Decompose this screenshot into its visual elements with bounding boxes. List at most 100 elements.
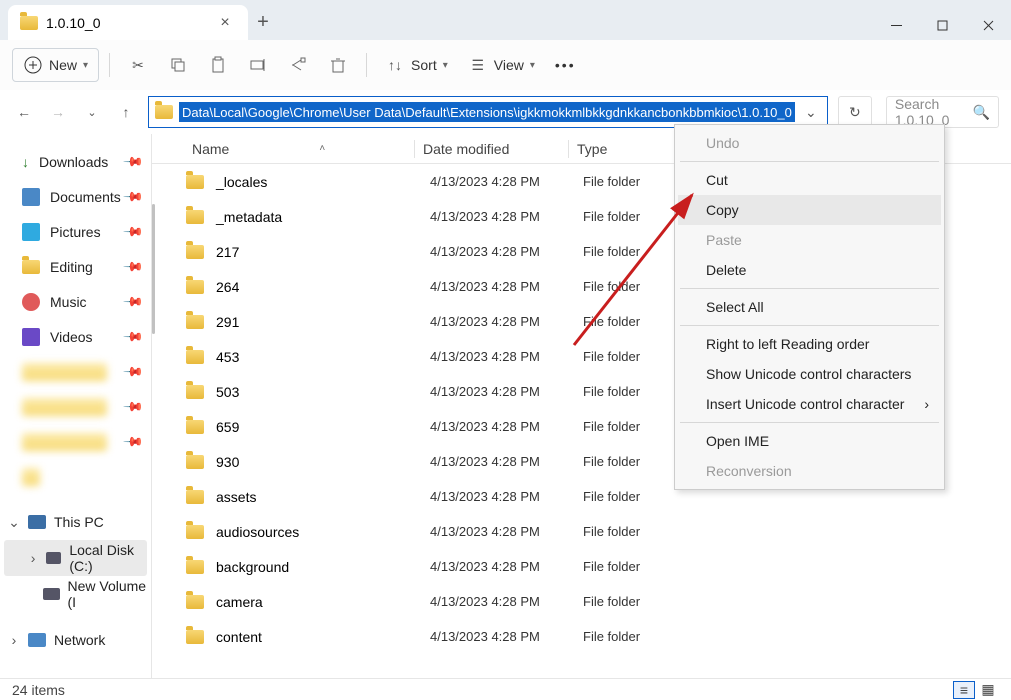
details-view-toggle[interactable]: ≡	[953, 681, 975, 699]
paste-button[interactable]	[200, 48, 236, 82]
sidebar-drive-i[interactable]: New Volume (I	[0, 576, 151, 612]
context-open-ime[interactable]: Open IME	[678, 426, 941, 456]
sidebar-item-blurred[interactable]: 📌	[0, 424, 151, 459]
picture-icon	[22, 223, 40, 241]
delete-button[interactable]	[320, 48, 356, 82]
sort-button[interactable]: ↑↓ Sort ▾	[377, 48, 456, 82]
file-type: File folder	[575, 524, 705, 539]
context-menu: UndoCutCopyPasteDeleteSelect AllRight to…	[674, 124, 945, 490]
pin-icon: 📌	[122, 220, 145, 243]
chevron-down-icon[interactable]: ⌄	[801, 104, 821, 121]
file-row[interactable]: audiosources4/13/2023 4:28 PMFile folder	[160, 514, 1011, 549]
thumbnails-view-toggle[interactable]: ▦	[977, 681, 999, 699]
cut-icon: ✂	[128, 55, 148, 75]
folder-icon	[186, 350, 204, 364]
file-row[interactable]: content 4/13/2023 4:28 PMFile folder	[160, 619, 1011, 654]
sidebar-this-pc[interactable]: ⌄This PC	[0, 504, 151, 540]
file-date: 4/13/2023 4:28 PM	[422, 314, 575, 329]
new-button[interactable]: New ▾	[12, 48, 99, 82]
disk-icon	[43, 588, 60, 600]
folder-icon	[186, 175, 204, 189]
sidebar-item-music[interactable]: Music📌	[0, 284, 151, 319]
menu-separator	[680, 422, 939, 423]
file-name: 291	[216, 314, 239, 330]
context-show-unicode-control-characters[interactable]: Show Unicode control characters	[678, 359, 941, 389]
view-icon: ☰	[468, 55, 488, 75]
folder-icon	[186, 525, 204, 539]
folder-icon	[186, 385, 204, 399]
navigation-pane: ↓Downloads📌Documents📌Pictures📌Editing📌Mu…	[0, 134, 152, 678]
scrollbar-thumb[interactable]	[152, 204, 155, 334]
file-name: camera	[216, 594, 263, 610]
folder-icon	[22, 260, 40, 274]
file-type: File folder	[575, 629, 705, 644]
file-type: File folder	[575, 594, 705, 609]
column-date[interactable]: Date modified	[415, 141, 568, 157]
share-button[interactable]	[280, 48, 316, 82]
file-date: 4/13/2023 4:28 PM	[422, 629, 575, 644]
file-date: 4/13/2023 4:28 PM	[422, 244, 575, 259]
ellipsis-icon: •••	[555, 57, 576, 73]
close-tab-button[interactable]: ×	[214, 12, 236, 34]
share-icon	[288, 55, 308, 75]
toolbar: New ▾ ✂ ↑↓ Sort ▾ ☰ View ▾ •••	[0, 40, 1011, 90]
file-row[interactable]: camera4/13/2023 4:28 PMFile folder	[160, 584, 1011, 619]
file-name: 659	[216, 419, 239, 435]
pin-icon: 📌	[122, 430, 145, 453]
sidebar-network[interactable]: ›Network	[0, 622, 151, 658]
file-name: audiosources	[216, 524, 299, 540]
file-name: content	[216, 629, 262, 645]
maximize-button[interactable]	[919, 10, 965, 40]
video-icon	[22, 328, 40, 346]
sidebar-item-editing[interactable]: Editing📌	[0, 249, 151, 284]
minimize-button[interactable]	[873, 10, 919, 40]
cut-button[interactable]: ✂	[120, 48, 156, 82]
file-name: background	[216, 559, 289, 575]
sidebar-item-documents[interactable]: Documents📌	[0, 179, 151, 214]
new-tab-button[interactable]: +	[248, 5, 278, 40]
folder-icon	[186, 455, 204, 469]
address-path[interactable]: Data\Local\Google\Chrome\User Data\Defau…	[179, 102, 795, 122]
sidebar-item-pictures[interactable]: Pictures📌	[0, 214, 151, 249]
pin-icon: 📌	[122, 290, 145, 313]
document-icon	[22, 188, 40, 206]
context-copy[interactable]: Copy	[678, 195, 941, 225]
file-row[interactable]: background4/13/2023 4:28 PMFile folder	[160, 549, 1011, 584]
copy-button[interactable]	[160, 48, 196, 82]
up-button[interactable]: ↑	[114, 100, 138, 124]
view-button[interactable]: ☰ View ▾	[460, 48, 543, 82]
close-button[interactable]	[965, 10, 1011, 40]
tab-title: 1.0.10_0	[46, 15, 101, 31]
plus-circle-icon	[23, 55, 43, 75]
sidebar-item-videos[interactable]: Videos📌	[0, 319, 151, 354]
context-select-all[interactable]: Select All	[678, 292, 941, 322]
column-name[interactable]: Name	[192, 141, 229, 157]
menu-separator	[680, 325, 939, 326]
context-cut[interactable]: Cut	[678, 165, 941, 195]
rename-button[interactable]	[240, 48, 276, 82]
back-button[interactable]: ←	[12, 100, 36, 124]
item-count: 24 items	[12, 682, 65, 698]
context-insert-unicode-control-character[interactable]: Insert Unicode control character›	[678, 389, 941, 419]
file-name: _locales	[216, 174, 267, 190]
file-date: 4/13/2023 4:28 PM	[422, 174, 575, 189]
file-date: 4/13/2023 4:28 PM	[422, 384, 575, 399]
forward-button[interactable]: →	[46, 100, 70, 124]
disk-icon	[46, 552, 61, 564]
sidebar-item-blurred[interactable]: 📌	[0, 389, 151, 424]
more-button[interactable]: •••	[547, 48, 584, 82]
sidebar-item-blurred[interactable]: 📌	[0, 354, 151, 389]
recent-button[interactable]: ⌄	[80, 100, 104, 124]
titlebar: 1.0.10_0 × +	[0, 0, 1011, 40]
sidebar-item-blurred[interactable]	[0, 459, 151, 494]
sidebar-item-downloads[interactable]: ↓Downloads📌	[0, 144, 151, 179]
file-date: 4/13/2023 4:28 PM	[422, 209, 575, 224]
context-delete[interactable]: Delete	[678, 255, 941, 285]
chevron-down-icon: ▾	[443, 60, 448, 71]
sort-icon: ↑↓	[385, 55, 405, 75]
context-right-to-left-reading-order[interactable]: Right to left Reading order	[678, 329, 941, 359]
file-date: 4/13/2023 4:28 PM	[422, 454, 575, 469]
window-tab[interactable]: 1.0.10_0 ×	[8, 5, 248, 40]
file-name: 264	[216, 279, 239, 295]
sidebar-drive-c[interactable]: ›Local Disk (C:)	[4, 540, 147, 576]
